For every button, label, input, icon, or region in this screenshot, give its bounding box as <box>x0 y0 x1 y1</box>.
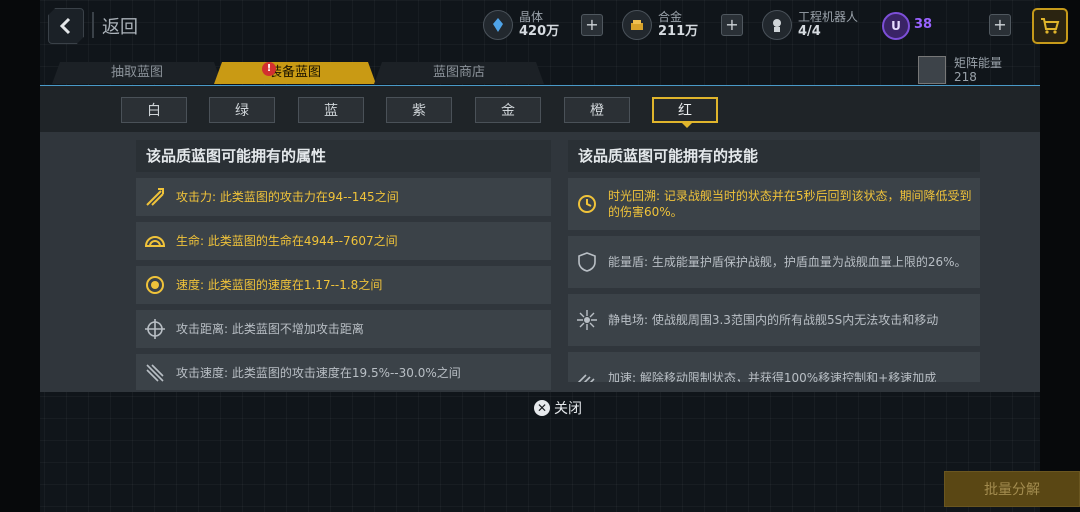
back-separator <box>92 12 94 38</box>
skills-list: 时光回溯: 记录战舰当时的状态并在5秒后回到该状态，期间降低受到的伤害60%。 … <box>568 178 980 382</box>
add-u-currency-button[interactable]: + <box>989 14 1011 36</box>
quality-tab-orange[interactable]: 橙 <box>564 97 630 123</box>
quality-tab-red[interactable]: 红 <box>652 97 718 128</box>
skill-row: 时光回溯: 记录战舰当时的状态并在5秒后回到该状态，期间降低受到的伤害60%。 <box>568 178 980 230</box>
quality-tab-green[interactable]: 绿 <box>209 97 275 123</box>
attribute-text: 攻击距离: 此类蓝图不增加攻击距离 <box>176 322 364 336</box>
left-edge <box>0 0 40 512</box>
robot-label: 工程机器人 <box>798 10 859 24</box>
boost-icon <box>574 365 600 382</box>
attributes-list: 攻击力: 此类蓝图的攻击力在94--145之间 生命: 此类蓝图的生命在4944… <box>136 178 551 390</box>
add-alloy-button[interactable]: + <box>721 14 743 36</box>
crystal-label: 晶体 <box>519 10 544 24</box>
energy-shield-icon <box>574 249 600 275</box>
attack-icon <box>142 184 168 210</box>
robot-icon <box>762 10 792 40</box>
cart-icon <box>1041 18 1060 34</box>
crosshair-icon <box>142 316 168 342</box>
attribute-row: 攻击力: 此类蓝图的攻击力在94--145之间 <box>136 178 551 216</box>
chevron-left-icon <box>59 17 71 35</box>
attribute-text: 攻击速度: 此类蓝图的攻击速度在19.5%--30.0%之间 <box>176 366 461 380</box>
attribute-row: 攻击距离: 此类蓝图不增加攻击距离 <box>136 310 551 348</box>
skill-row: 静电场: 使战舰周围3.3范围内的所有战舰5S内无法攻击和移动 <box>568 294 980 346</box>
crystal-icon <box>483 10 513 40</box>
skill-text: 能量盾: 生成能量护盾保护战舰，护盾血量为战舰血量上限的26%。 <box>608 255 967 269</box>
quality-tab-bar: 白 绿 蓝 紫 金 橙 红 <box>40 86 1040 132</box>
skill-text: 静电场: 使战舰周围3.3范围内的所有战舰5S内无法攻击和移动 <box>608 313 939 327</box>
attribute-row: 速度: 此类蓝图的速度在1.17--1.8之间 <box>136 266 551 304</box>
bulk-decompose-button[interactable]: 批量分解 <box>944 471 1080 507</box>
robot-resource: 工程机器人 4/4 <box>762 6 858 44</box>
attribute-row: 生命: 此类蓝图的生命在4944--7607之间 <box>136 222 551 260</box>
crystal-resource: 晶体 420万 <box>483 6 559 44</box>
add-crystal-button[interactable]: + <box>581 14 603 36</box>
matrix-energy-icon <box>918 56 946 84</box>
skills-title: 该品质蓝图可能拥有的技能 <box>568 140 980 172</box>
skill-row: 能量盾: 生成能量护盾保护战舰，护盾血量为战舰血量上限的26%。 <box>568 236 980 288</box>
static-field-icon <box>574 307 600 333</box>
alloy-value: 211万 <box>658 24 699 39</box>
close-button[interactable]: ✕ 关闭 <box>534 398 582 418</box>
skill-row: 加速: 解除移动限制状态，并获得100%移速控制和+移速加成 <box>568 352 980 382</box>
quality-tab-blue[interactable]: 蓝 <box>298 97 364 123</box>
alloy-icon <box>622 10 652 40</box>
attribute-text: 攻击力: 此类蓝图的攻击力在94--145之间 <box>176 190 399 204</box>
quality-tab-purple[interactable]: 紫 <box>386 97 452 123</box>
health-icon <box>142 228 168 254</box>
right-edge <box>1040 0 1080 512</box>
matrix-energy: 矩阵能量 218 <box>918 56 1002 84</box>
attributes-title: 该品质蓝图可能拥有的属性 <box>136 140 551 172</box>
crystal-value: 420万 <box>519 24 560 39</box>
skill-text: 时光回溯: 记录战舰当时的状态并在5秒后回到该状态，期间降低受到的伤害60%。 <box>608 189 972 219</box>
blueprint-tabs: 抽取蓝图 装备蓝图 ! 蓝图商店 矩阵能量 218 <box>40 56 1040 84</box>
quality-tab-white[interactable]: 白 <box>121 97 187 123</box>
back-button[interactable] <box>48 8 84 44</box>
matrix-energy-value: 218 <box>954 70 977 84</box>
alloy-resource: 合金 211万 <box>622 6 698 44</box>
shop-cart-button[interactable] <box>1032 8 1068 44</box>
attribute-row: 攻击速度: 此类蓝图的攻击速度在19.5%--30.0%之间 <box>136 354 551 390</box>
alloy-label: 合金 <box>658 10 683 24</box>
attack-speed-icon <box>142 360 168 386</box>
back-label[interactable]: 返回 <box>102 13 138 39</box>
speed-icon <box>142 272 168 298</box>
u-currency-value: 38 <box>914 17 933 32</box>
attribute-text: 生命: 此类蓝图的生命在4944--7607之间 <box>176 234 398 248</box>
time-rewind-icon <box>574 191 600 217</box>
alert-badge: ! <box>262 62 276 76</box>
matrix-energy-label: 矩阵能量 <box>954 56 1003 70</box>
tab-equip-blueprint[interactable]: 装备蓝图 <box>214 62 376 84</box>
close-icon: ✕ <box>534 400 550 416</box>
quality-tab-gold[interactable]: 金 <box>475 97 541 123</box>
close-label: 关闭 <box>554 401 582 417</box>
skill-text: 加速: 解除移动限制状态，并获得100%移速控制和+移速加成 <box>608 371 937 382</box>
robot-value: 4/4 <box>798 24 821 39</box>
attribute-text: 速度: 此类蓝图的速度在1.17--1.8之间 <box>176 278 383 292</box>
u-currency-icon: U <box>882 12 910 40</box>
tab-draw-blueprint[interactable]: 抽取蓝图 <box>52 62 222 84</box>
tab-blueprint-shop[interactable]: 蓝图商店 <box>374 62 544 84</box>
top-bar: 返回 晶体 420万 + 合金 211万 + 工程机器人 4/4 U 38 + <box>40 0 1068 50</box>
quality-info-modal: 白 绿 蓝 紫 金 橙 红 该品质蓝图可能拥有的属性 攻击力: 此类蓝图的攻击力… <box>40 85 1040 392</box>
